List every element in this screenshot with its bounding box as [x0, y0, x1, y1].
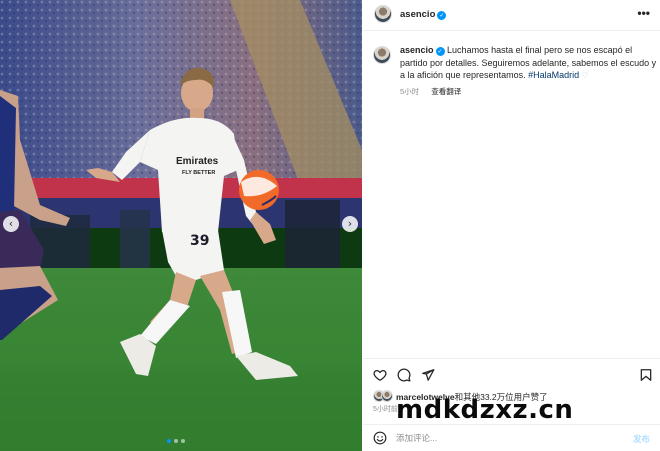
paper-plane-icon	[422, 369, 435, 381]
caption-author-avatar[interactable]	[373, 46, 391, 64]
comment-icon	[397, 368, 411, 382]
caption-meta: 5小时 查看翻译	[400, 86, 658, 99]
chevron-right-icon: ›	[347, 217, 353, 230]
previous-slide-button[interactable]: ‹	[3, 216, 19, 232]
jersey-number: 39	[190, 233, 209, 249]
carousel-dot	[167, 439, 171, 443]
heart-icon	[373, 369, 387, 381]
more-options-button[interactable]: •••	[637, 6, 650, 20]
smiley-icon	[373, 431, 387, 445]
author-avatar[interactable]	[374, 5, 392, 23]
post-media[interactable]: 39 Emirates FLY BETTER ‹ ›	[0, 0, 362, 451]
save-button[interactable]	[639, 368, 653, 382]
carousel-dot	[181, 439, 185, 443]
post-photo: 39 Emirates FLY BETTER	[0, 0, 362, 451]
comment-input[interactable]	[396, 430, 616, 446]
carousel-indicator	[167, 439, 185, 443]
watermark-text: mdkdzxz.cn	[396, 395, 574, 425]
hashtag-link[interactable]: #HalaMadrid	[528, 70, 579, 80]
verified-badge-icon: ✓	[435, 47, 445, 56]
jersey-sponsor: Emirates	[176, 156, 219, 167]
author-username[interactable]: asencio ✓	[400, 9, 447, 20]
post-header: asencio ✓ •••	[363, 0, 660, 31]
share-button[interactable]	[421, 368, 435, 382]
add-comment-bar: 发布	[363, 424, 660, 451]
carousel-dot	[174, 439, 178, 443]
jersey-sponsor-sub: FLY BETTER	[182, 170, 215, 176]
verified-badge-icon: ✓	[437, 11, 447, 20]
post-actions-bar	[363, 358, 660, 390]
next-slide-button[interactable]: ›	[342, 216, 358, 232]
liker-avatar	[381, 390, 393, 402]
post-timestamp: 5小时前	[373, 406, 398, 413]
see-translation-link[interactable]: 查看翻译	[431, 87, 461, 96]
chevron-left-icon: ‹	[8, 217, 14, 230]
caption-timestamp: 5小时	[400, 86, 420, 96]
bookmark-icon	[640, 369, 652, 381]
emoji-button[interactable]	[373, 431, 387, 445]
caption-author-username[interactable]: asencio	[400, 45, 434, 55]
caption-body: asencio ✓ Luchamos hasta el final pero se…	[400, 44, 658, 98]
like-button[interactable]	[373, 368, 387, 382]
comment-button[interactable]	[397, 368, 411, 382]
white-heart-emoji: ♡	[581, 71, 589, 80]
post-side-panel: asencio ✓ ••• asencio ✓ Luchamos hasta el …	[363, 0, 660, 451]
post-comment-button[interactable]: 发布	[633, 433, 650, 445]
